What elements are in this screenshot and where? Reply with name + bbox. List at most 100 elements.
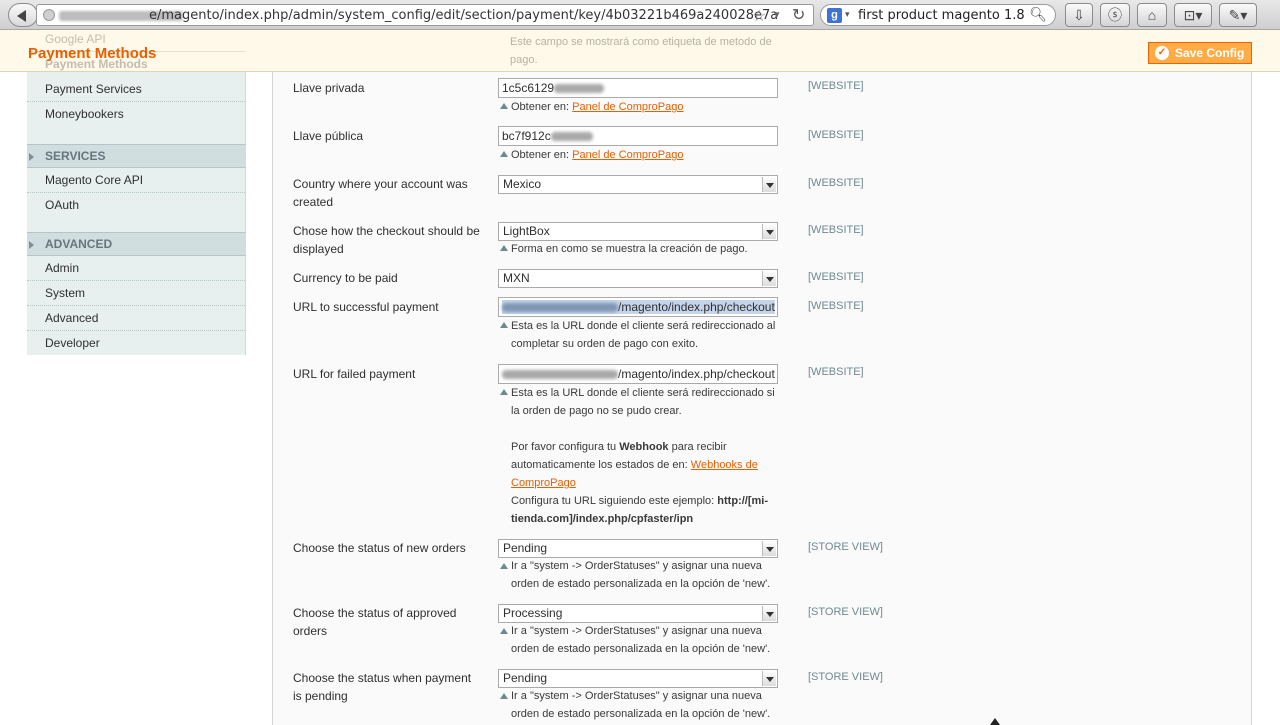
chevron-down-icon [762,541,776,556]
scope-badge: [WEBSITE] [808,129,864,141]
field-label-url-failed: URL for failed payment [293,367,416,381]
sidebar-item-magento-core-api[interactable]: Magento Core API [27,168,245,193]
note-text: Configura tu URL siguiendo este ejemplo: [511,495,718,507]
status-pending-selected-value: Pending [503,671,548,685]
currency-selected-value: MXN [503,271,530,285]
status-pending-note: Ir a "system -> OrderStatuses" y asignar… [511,690,771,720]
sidebar-section-label: ADVANCED [45,237,113,251]
scope-badge: [STORE VIEW] [808,606,883,618]
expand-arrow-icon [29,153,34,161]
field-label-checkout: Chose how the checkout should be display… [293,224,480,256]
search-icon[interactable]: 🔍︎ [1029,6,1047,23]
checkout-note: Forma en como se muestra la creación de … [511,243,748,255]
sidebar-section-services[interactable]: SERVICES [27,144,246,168]
address-bar[interactable]: e/magento/index.php/admin/system_config/… [36,4,814,26]
screenshot-icon[interactable]: ⊡▾ [1174,3,1212,27]
browser-toolbar: e/magento/index.php/admin/system_config/… [0,0,1280,30]
field-hint: Este campo se mostrará como etiqueta de … [510,36,772,66]
scope-badge: [WEBSITE] [808,224,864,236]
scope-badge: [WEBSITE] [808,80,864,92]
field-label-private-key: Llave privada [293,81,365,95]
save-config-button[interactable]: ✓ Save Config [1148,42,1252,64]
status-approved-select[interactable]: Processing [498,604,778,623]
sidebar-group-advanced: Admin System Advanced Developer [27,256,246,355]
scope-badge: [WEBSITE] [808,300,864,312]
config-sidebar: Payment Services Moneybookers SERVICES M… [27,72,246,725]
home-icon[interactable]: ⌂ [1137,3,1167,27]
reload-icon[interactable]: ↻ [792,5,805,25]
note-arrow-icon [500,151,508,157]
status-pending-select[interactable]: Pending [498,669,778,688]
currency-select[interactable]: MXN [498,269,778,288]
search-bar[interactable]: g ▾ first product magento 1.8 🔍︎ [820,4,1056,26]
page-header: Google API Payment Methods Payment Metho… [0,30,1280,72]
sidebar-item-moneybookers[interactable]: Moneybookers [27,102,245,127]
country-select[interactable]: Mexico [498,175,778,194]
chevron-down-icon [762,224,776,239]
note-text: Obtener en: [511,101,573,113]
search-engine-dropdown-icon[interactable]: ▾ [845,9,850,20]
checkmark-icon: ✓ [1155,46,1169,60]
site-identity-icon[interactable] [43,9,55,21]
sidebar-group-sales: Payment Services Moneybookers [27,72,246,144]
url-history-dropdown-icon[interactable]: ▾ [774,8,780,21]
field-label-status-new: Choose the status of new orders [293,541,466,555]
status-approved-selected-value: Processing [503,606,563,620]
sidebar-item-system[interactable]: System [27,281,245,306]
sidebar-item-oauth[interactable]: OAuth [27,193,245,218]
field-label-country: Country where your account was created [293,177,468,209]
chevron-down-icon [762,177,776,192]
status-approved-note: Ir a "system -> OrderStatuses" y asignar… [511,625,771,655]
status-new-select[interactable]: Pending [498,539,778,558]
note-text: Esta es la URL donde el cliente será red… [511,387,775,417]
field-label-currency: Currency to be paid [293,271,398,285]
note-text: Obtener en: [511,149,573,161]
url-success-note: Esta es la URL donde el cliente será red… [511,320,776,350]
addon-icon[interactable]: ⓢ [1100,3,1130,27]
chevron-down-icon [762,671,776,686]
field-label-status-approved: Choose the status of approved orders [293,606,457,638]
private-key-note: Obtener en: Panel de ComproPago [511,98,776,116]
sidebar-item-developer[interactable]: Developer [27,331,245,356]
note-arrow-icon [500,322,508,328]
sidebar-item-payment-services[interactable]: Payment Services [27,77,245,102]
sidebar-section-advanced[interactable]: ADVANCED [27,232,246,256]
search-input[interactable]: first product magento 1.8 [858,8,1025,23]
checkout-selected-value: LightBox [503,224,550,238]
public-key-input[interactable]: bc7f912c [498,126,778,146]
scope-badge: [STORE VIEW] [808,671,883,683]
webhook-bold-text: Webhook [619,441,669,453]
page-title: Payment Methods [28,45,157,62]
webhook-note: Por favor configura tu Webhook para reci… [511,438,776,492]
note-arrow-icon [500,628,508,634]
checkout-display-select[interactable]: LightBox [498,222,778,241]
sidebar-item-admin[interactable]: Admin [27,256,245,281]
field-label-public-key: Llave pública [293,129,364,143]
public-key-value: bc7f912c [502,129,551,143]
url-failed-input[interactable]: /magento/index.php/checkout [498,364,778,384]
compropago-panel-link[interactable]: Panel de ComproPago [572,149,683,161]
redacted-text [502,370,618,380]
cursor-icon [990,718,1000,725]
bookmark-star-icon[interactable]: ☆ [752,6,766,26]
note-arrow-icon [500,389,508,395]
back-icon[interactable] [8,3,38,27]
save-config-label: Save Config [1175,46,1245,60]
country-selected-value: Mexico [503,177,542,191]
private-key-value: 1c5c6129 [502,81,555,95]
note-arrow-icon [500,563,508,569]
sidebar-item-google-api: Google API [45,32,106,46]
redacted-text [554,84,605,94]
sidebar-item-advanced[interactable]: Advanced [27,306,245,331]
field-label-url-success: URL to successful payment [293,300,439,314]
download-icon[interactable]: ⇩ [1065,3,1093,27]
google-search-engine-icon[interactable]: g [827,8,842,23]
compropago-panel-link[interactable]: Panel de ComproPago [572,101,683,113]
field-label-status-pending: Choose the status when payment is pendin… [293,671,472,703]
note-arrow-icon [500,693,508,699]
url-success-input[interactable]: /magento/index.php/checkout [498,297,778,317]
scope-badge: [WEBSITE] [808,366,864,378]
private-key-input[interactable]: 1c5c6129 [498,78,778,98]
extension-icon[interactable]: ✎▾ [1219,3,1257,27]
url-failed-value: /magento/index.php/checkout [618,367,775,381]
